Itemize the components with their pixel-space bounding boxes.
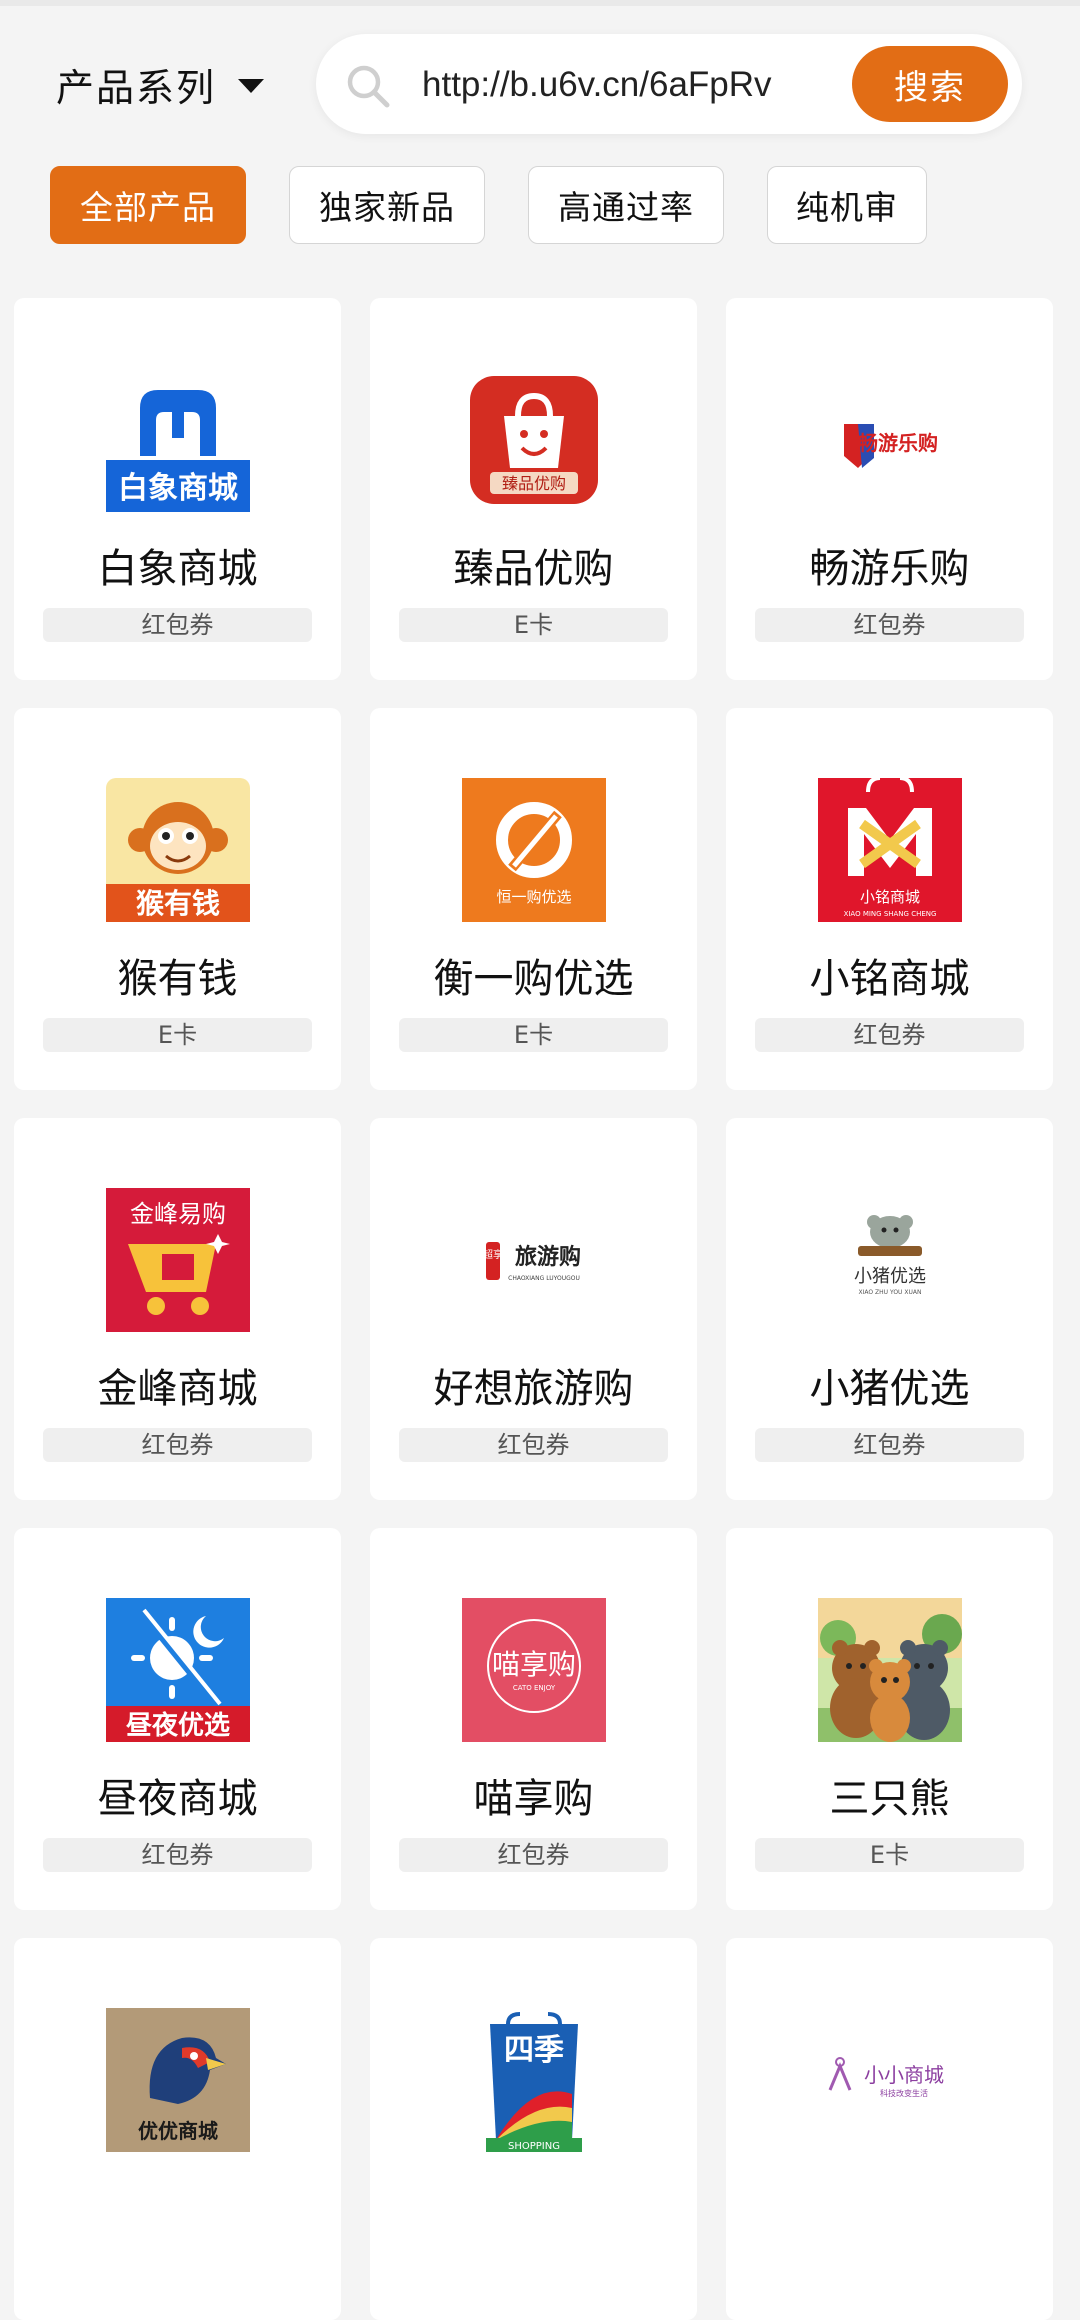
product-tag: 红包券: [755, 608, 1024, 642]
youyou-logo: 优优商城: [106, 2008, 250, 2152]
product-tag: 红包券: [43, 1428, 312, 1462]
svg-text:科技改变生活: 科技改变生活: [880, 2088, 928, 2098]
product-series-dropdown[interactable]: 产品系列: [56, 58, 265, 110]
svg-text:CHAOXIANG LUYOUGOU: CHAOXIANG LUYOUGOU: [508, 1275, 580, 1282]
top-bar: 产品系列 搜索: [0, 28, 1080, 140]
status-strip: [0, 0, 1080, 6]
tab-machine-review[interactable]: 纯机审: [767, 166, 927, 244]
product-card[interactable]: 小猪优选 XIAO ZHU YOU XUAN 小猪优选 红包券: [726, 1118, 1053, 1500]
product-card[interactable]: 小铭商城 XIAO MING SHANG CHENG 小铭商城 红包券: [726, 708, 1053, 1090]
product-card[interactable]: 超享 旅游购 CHAOXIANG LUYOUGOU 好想旅游购 红包券: [370, 1118, 697, 1500]
product-name: 臻品优购: [453, 546, 614, 592]
baixiang-logo: 白象商城: [106, 368, 250, 512]
product-tag: E卡: [399, 608, 668, 642]
svg-text:臻品优购: 臻品优购: [502, 474, 566, 493]
product-name: 昼夜商城: [97, 1776, 258, 1822]
product-tag: 红包券: [399, 1428, 668, 1462]
product-card[interactable]: 畅游乐购 畅游乐购 红包券: [726, 298, 1053, 680]
zhenpin-logo: 臻品优购: [462, 368, 606, 512]
search-bar: 搜索: [316, 34, 1022, 134]
search-input[interactable]: [420, 56, 824, 114]
product-card[interactable]: 三只熊 E卡: [726, 1528, 1053, 1910]
product-name: 三只熊: [829, 1776, 950, 1822]
product-name: 好想旅游购: [433, 1366, 634, 1412]
product-tag: 红包券: [755, 1018, 1024, 1052]
product-card[interactable]: 小小商城 科技改变生活: [726, 1938, 1053, 2320]
svg-text:白象商城: 白象商城: [118, 471, 238, 506]
svg-text:XIAO MING SHANG CHENG: XIAO MING SHANG CHENG: [844, 910, 937, 918]
product-tag: E卡: [43, 1018, 312, 1052]
search-button[interactable]: 搜索: [852, 46, 1008, 122]
product-tag: 红包券: [43, 1838, 312, 1872]
product-card[interactable]: 优优商城: [14, 1938, 341, 2320]
svg-text:小小商城: 小小商城: [864, 2063, 944, 2087]
bears-logo: [818, 1598, 962, 1742]
product-card[interactable]: 四季 SHOPPING: [370, 1938, 697, 2320]
product-name: 喵享购: [473, 1776, 594, 1822]
product-name: 小铭商城: [809, 956, 970, 1002]
svg-text:昼夜优选: 昼夜优选: [126, 1710, 230, 1741]
svg-text:四季: 四季: [504, 2033, 564, 2068]
search-icon: [347, 65, 390, 108]
product-tag: E卡: [399, 1018, 668, 1052]
svg-text:SHOPPING: SHOPPING: [508, 2141, 560, 2152]
xiaoming-logo: 小铭商城 XIAO MING SHANG CHENG: [818, 778, 962, 922]
svg-text:喵享购: 喵享购: [492, 1648, 576, 1681]
svg-text:畅游乐购: 畅游乐购: [858, 431, 938, 455]
svg-text:恒一购优选: 恒一购优选: [496, 888, 571, 906]
siji-logo: 四季 SHOPPING: [462, 2008, 606, 2152]
svg-text:优优商城: 优优商城: [138, 2119, 218, 2143]
svg-text:猴有钱: 猴有钱: [136, 887, 220, 920]
product-card[interactable]: 昼夜优选 昼夜商城 红包券: [14, 1528, 341, 1910]
product-tag: 红包券: [755, 1428, 1024, 1462]
jinfeng-logo: 金峰易购: [106, 1188, 250, 1332]
product-tag: 红包券: [399, 1838, 668, 1872]
miaoxiang-logo: 喵享购 CATO ENJOY: [462, 1598, 606, 1742]
tab-exclusive-new[interactable]: 独家新品: [289, 166, 485, 244]
svg-text:金峰易购: 金峰易购: [130, 1200, 226, 1228]
svg-text:XIAO ZHU YOU XUAN: XIAO ZHU YOU XUAN: [859, 1289, 922, 1296]
xiaoxiao-logo: 小小商城 科技改变生活: [818, 2008, 962, 2152]
houyouqian-logo: 猴有钱: [106, 778, 250, 922]
product-card[interactable]: 白象商城 白象商城 红包券: [14, 298, 341, 680]
product-card[interactable]: 恒一购优选 衡一购优选 E卡: [370, 708, 697, 1090]
changyou-logo: 畅游乐购: [818, 368, 962, 512]
product-name: 白象商城: [97, 546, 258, 592]
product-tag: E卡: [755, 1838, 1024, 1872]
svg-text:小猪优选: 小猪优选: [854, 1266, 926, 1287]
product-tag: 红包券: [43, 608, 312, 642]
tab-all-products[interactable]: 全部产品: [50, 166, 246, 244]
hengyigou-logo: 恒一购优选: [462, 778, 606, 922]
lvyougou-logo: 超享 旅游购 CHAOXIANG LUYOUGOU: [462, 1188, 606, 1332]
product-card[interactable]: 喵享购 CATO ENJOY 喵享购 红包券: [370, 1528, 697, 1910]
product-card[interactable]: 臻品优购 臻品优购 E卡: [370, 298, 697, 680]
product-name: 猴有钱: [117, 956, 238, 1002]
zhouye-logo: 昼夜优选: [106, 1598, 250, 1742]
product-name: 金峰商城: [97, 1366, 258, 1412]
product-card[interactable]: 猴有钱 猴有钱 E卡: [14, 708, 341, 1090]
svg-text:CATO ENJOY: CATO ENJOY: [513, 1684, 556, 1692]
product-name: 小猪优选: [809, 1366, 970, 1412]
svg-text:小铭商城: 小铭商城: [860, 888, 920, 906]
xiaozhu-logo: 小猪优选 XIAO ZHU YOU XUAN: [818, 1188, 962, 1332]
svg-text:超享: 超享: [483, 1248, 503, 1261]
tab-high-pass-rate[interactable]: 高通过率: [528, 166, 724, 244]
product-name: 畅游乐购: [809, 546, 970, 592]
svg-text:旅游购: 旅游购: [515, 1244, 581, 1270]
product-name: 衡一购优选: [433, 956, 634, 1002]
product-card[interactable]: 金峰易购 金峰商城 红包券: [14, 1118, 341, 1500]
product-series-label: 产品系列: [56, 65, 217, 110]
caret-down-icon: [238, 79, 265, 93]
